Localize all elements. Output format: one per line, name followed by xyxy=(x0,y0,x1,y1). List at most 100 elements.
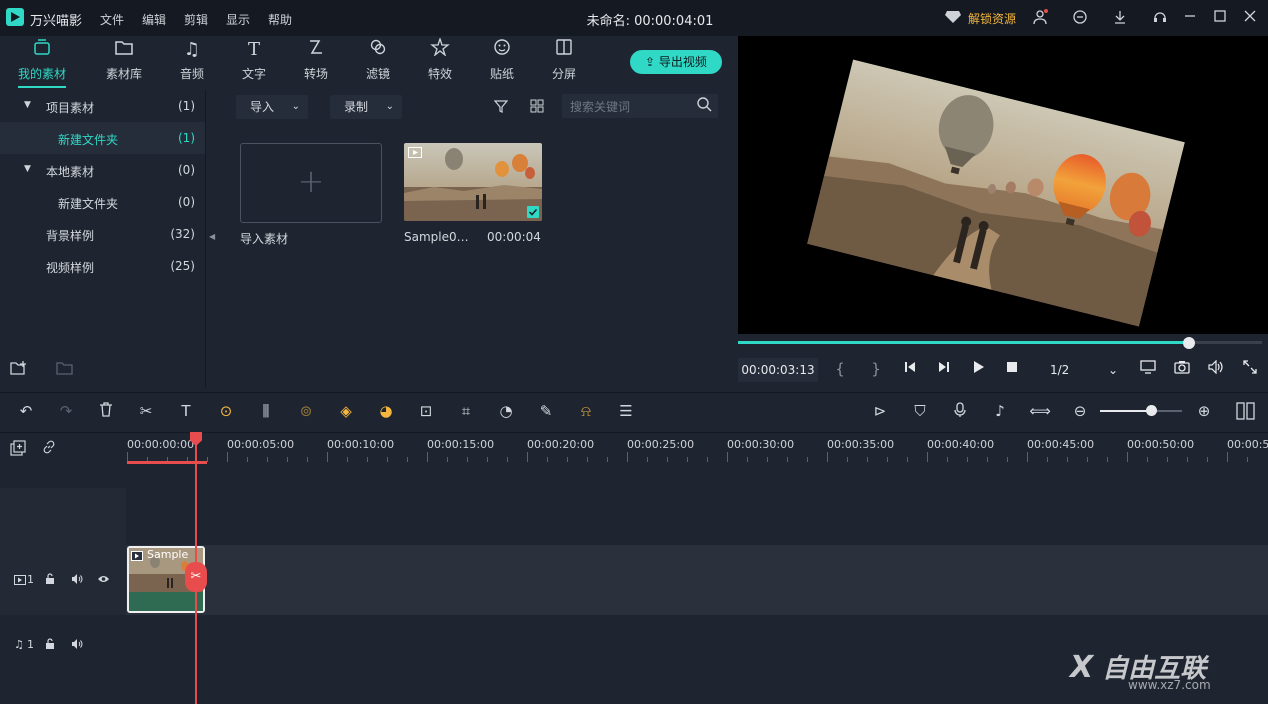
tab-media-library[interactable]: 素材库 xyxy=(93,38,155,88)
text-title-icon[interactable]: T xyxy=(175,402,197,420)
expand-arrow-icon[interactable]: ▼ xyxy=(24,100,31,110)
text-icon: T xyxy=(247,39,260,60)
zoom-slider-handle[interactable] xyxy=(1146,405,1157,416)
chevron-down-icon: ⌄ xyxy=(385,101,394,112)
fit-timeline-icon[interactable]: ⟺ xyxy=(1029,402,1051,420)
zoom-slider-fill xyxy=(1100,410,1151,412)
menu-file[interactable]: 文件 xyxy=(100,11,124,28)
preview-scrubber-handle[interactable] xyxy=(1183,337,1195,349)
media-thumbnail[interactable] xyxy=(404,143,542,221)
keyframe-icon[interactable]: ◈ xyxy=(335,402,357,420)
search-input[interactable]: 搜索关键词 xyxy=(562,94,718,118)
video-type-icon xyxy=(131,550,143,564)
tree-item-video-samples[interactable]: 视频样例 (25) xyxy=(0,250,205,282)
tts-icon[interactable]: ⊚ xyxy=(295,402,317,420)
tab-filters[interactable]: 滤镜 xyxy=(347,38,409,88)
folder-icon[interactable] xyxy=(56,360,74,379)
headset-icon[interactable] xyxy=(1150,9,1170,29)
play-icon[interactable] xyxy=(968,360,988,378)
ruler-tick xyxy=(367,457,368,462)
mark-in-button[interactable]: { xyxy=(830,360,850,378)
audio-mixer-icon[interactable]: ♪ xyxy=(989,402,1011,420)
user-icon[interactable] xyxy=(1030,9,1050,29)
shield-marker-icon[interactable]: ⛉ xyxy=(909,402,931,420)
mark-out-button[interactable]: } xyxy=(866,360,886,378)
audio-waveform-icon[interactable]: ⫼ xyxy=(255,402,277,420)
ruler-tick xyxy=(867,457,868,462)
tree-item-local-media[interactable]: ▼ 本地素材 (0) xyxy=(0,154,205,186)
color-palette-icon[interactable]: ◕ xyxy=(375,402,397,420)
tab-transitions[interactable]: 转场 xyxy=(285,38,347,88)
download-icon[interactable] xyxy=(1110,9,1130,29)
filter-funnel-icon[interactable] xyxy=(493,99,509,116)
microphone-icon[interactable] xyxy=(949,402,971,422)
ruler-tick xyxy=(887,457,888,462)
eye-icon[interactable] xyxy=(97,574,110,587)
delete-icon[interactable] xyxy=(95,402,117,421)
undo-icon[interactable]: ↶ xyxy=(15,402,37,420)
new-folder-icon[interactable] xyxy=(10,360,28,379)
speed-boost-icon[interactable]: ⊙ xyxy=(215,402,237,420)
ruler-tick xyxy=(707,457,708,462)
render-preview-icon[interactable]: ⊳ xyxy=(869,402,891,420)
speaker-icon[interactable] xyxy=(71,638,83,653)
maximize-icon[interactable] xyxy=(1210,9,1230,27)
ruler-tick xyxy=(927,452,928,462)
message-icon[interactable] xyxy=(1070,9,1090,29)
split-scissors-button[interactable]: ✂ xyxy=(185,562,207,592)
import-media-tile[interactable]: + xyxy=(240,143,382,223)
menu-edit[interactable]: 编辑 xyxy=(142,11,166,28)
import-dropdown[interactable]: 导入 ⌄ xyxy=(236,95,308,119)
lock-icon[interactable] xyxy=(45,573,55,588)
adjust-sliders-icon[interactable]: ☰ xyxy=(615,402,637,420)
fit-frame-icon[interactable]: ⊡ xyxy=(415,402,437,420)
diamond-icon[interactable] xyxy=(944,10,964,24)
ruler-tick xyxy=(1127,452,1128,462)
speaker-icon[interactable] xyxy=(71,573,83,588)
zoom-out-icon[interactable]: ⊖ xyxy=(1069,402,1091,420)
next-frame-icon[interactable] xyxy=(934,360,954,378)
zoom-in-icon[interactable]: ⊕ xyxy=(1193,402,1215,420)
search-icon[interactable] xyxy=(696,96,712,116)
ai-portrait-icon[interactable]: ⍾ xyxy=(575,402,597,420)
tree-item-new-folder[interactable]: 新建文件夹 (1) xyxy=(0,122,205,154)
preview-quality-select[interactable]: 1/2 ⌄ xyxy=(1040,358,1128,382)
unlock-resources-link[interactable]: 解锁资源 xyxy=(968,10,1016,27)
tree-item-project-media[interactable]: ▼ 项目素材 (1) xyxy=(0,90,205,122)
cut-scissors-icon[interactable]: ✂ xyxy=(135,402,157,420)
ruler-tick xyxy=(1187,457,1188,462)
export-video-button[interactable]: ⇪ 导出视频 xyxy=(630,50,722,74)
volume-icon[interactable] xyxy=(1206,359,1226,378)
crop-icon[interactable]: ⌗ xyxy=(455,402,477,420)
snapshot-camera-icon[interactable] xyxy=(1172,360,1192,378)
collapse-panel-icon[interactable]: ◀ xyxy=(209,232,215,241)
tab-effects[interactable]: 特效 xyxy=(409,36,471,88)
add-track-icon[interactable] xyxy=(10,440,26,459)
stop-icon[interactable] xyxy=(1002,360,1022,378)
minimize-icon[interactable] xyxy=(1180,9,1200,27)
display-icon[interactable] xyxy=(1138,360,1158,378)
menu-help[interactable]: 帮助 xyxy=(268,11,292,28)
tree-item-new-folder[interactable]: 新建文件夹 (0) xyxy=(0,186,205,218)
pen-icon[interactable]: ✎ xyxy=(535,402,557,420)
speed-gauge-icon[interactable]: ◔ xyxy=(495,402,517,420)
tree-item-background-samples[interactable]: 背景样例 (32) xyxy=(0,218,205,250)
close-icon[interactable] xyxy=(1240,9,1260,27)
lock-icon[interactable] xyxy=(45,638,55,653)
previous-frame-icon[interactable] xyxy=(900,360,920,378)
tab-audio[interactable]: ♫ 音频 xyxy=(161,38,223,88)
expand-arrow-icon[interactable]: ▼ xyxy=(24,164,31,174)
fullscreen-icon[interactable] xyxy=(1240,360,1260,378)
grid-view-icon[interactable] xyxy=(530,99,544,116)
link-icon[interactable] xyxy=(42,440,56,457)
tab-my-media[interactable]: 我的素材 xyxy=(11,38,73,88)
tab-split-screen[interactable]: 分屏 xyxy=(533,38,595,88)
redo-icon[interactable]: ↷ xyxy=(55,402,77,420)
record-dropdown[interactable]: 录制 ⌄ xyxy=(330,95,402,119)
ruler-label: 00:00:40:00 xyxy=(927,438,995,451)
tab-text[interactable]: T 文字 xyxy=(223,38,285,88)
tab-stickers[interactable]: 贴纸 xyxy=(471,38,533,88)
menu-view[interactable]: 显示 xyxy=(226,11,250,28)
layout-toggle-icon[interactable] xyxy=(1236,402,1256,423)
menu-clip[interactable]: 剪辑 xyxy=(184,11,208,28)
